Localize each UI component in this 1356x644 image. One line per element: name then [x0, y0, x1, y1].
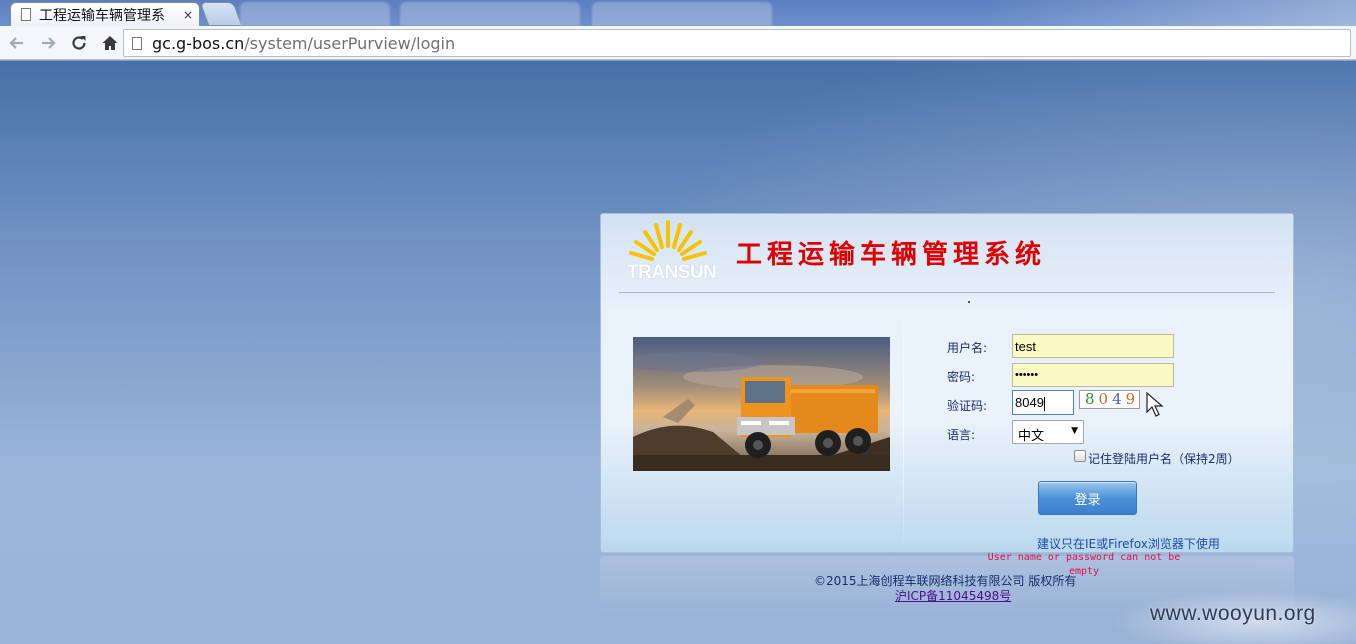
window-controls-blurred — [976, 0, 1356, 26]
language-label: 语言: — [947, 428, 976, 442]
home-icon[interactable] — [96, 29, 124, 57]
watermark: www.wooyun.org — [1150, 602, 1316, 625]
captcha-image[interactable]: 8049 — [1079, 390, 1140, 409]
language-select[interactable]: 中文 ▼ — [1012, 420, 1084, 444]
mouse-pointer-icon — [1146, 392, 1164, 417]
forward-arrow-icon[interactable] — [34, 29, 62, 57]
page-icon — [132, 36, 142, 50]
system-title: 工程运输车辆管理系统 — [736, 240, 1047, 270]
username-input[interactable]: test — [1012, 334, 1174, 358]
password-label: 密码: — [947, 370, 976, 384]
captcha-input[interactable]: 8049 — [1012, 390, 1074, 415]
browser-tab-blurred[interactable] — [240, 2, 390, 26]
back-arrow-icon[interactable] — [3, 29, 31, 57]
captcha-input-value: 8049 — [1015, 395, 1044, 410]
url-host: gc.g-bos.cn — [152, 33, 245, 53]
reload-icon[interactable] — [65, 29, 93, 57]
transun-logo: TRANSUN — [623, 218, 717, 286]
browser-tab-blurred[interactable] — [592, 2, 772, 26]
remember-checkbox[interactable] — [1074, 449, 1086, 462]
address-bar[interactable]: gc.g-bos.cn /system/userPurview/login — [123, 29, 1351, 57]
page-icon — [21, 8, 31, 21]
truck-image — [633, 337, 890, 471]
logo-wordmark: TRANSUN — [627, 262, 717, 283]
login-button[interactable]: 登录 — [1038, 481, 1137, 515]
remember-username[interactable]: 记住登陆用户名（保持2周） — [1074, 449, 1240, 467]
browser-toolbar: gc.g-bos.cn /system/userPurview/login — [0, 26, 1356, 60]
language-selected: 中文 — [1018, 429, 1045, 444]
new-tab-button[interactable] — [199, 2, 243, 26]
dropdown-arrow-icon: ▼ — [1071, 426, 1078, 436]
close-tab-icon[interactable]: × — [183, 8, 193, 22]
browser-tab-active[interactable]: 工程运输车辆管理系 × — [10, 2, 200, 26]
browser-tab-bar: 工程运输车辆管理系 × — [0, 0, 1356, 26]
password-input[interactable]: •••••• — [1012, 363, 1174, 387]
vertical-divider — [903, 300, 904, 550]
tab-title: 工程运输车辆管理系 — [39, 7, 165, 24]
icp-link[interactable]: 沪ICP备11045498号 — [895, 587, 1011, 604]
remember-label: 记住登陆用户名（保持2周） — [1088, 452, 1240, 466]
captcha-label: 验证码: — [947, 399, 988, 413]
header-divider — [619, 292, 1275, 293]
username-label: 用户名: — [947, 341, 988, 355]
url-path: /system/userPurview/login — [244, 33, 456, 53]
sun-rays-icon — [629, 220, 707, 261]
browser-tab-blurred[interactable] — [400, 2, 580, 26]
panel-header: TRANSUN 工程运输车辆管理系统 — [601, 214, 1293, 292]
browser-tip: 建议只在IE或Firefox浏览器下使用 — [1037, 537, 1220, 551]
login-panel: TRANSUN 工程运输车辆管理系统 用户名: test 密码: •••••• … — [600, 213, 1294, 553]
